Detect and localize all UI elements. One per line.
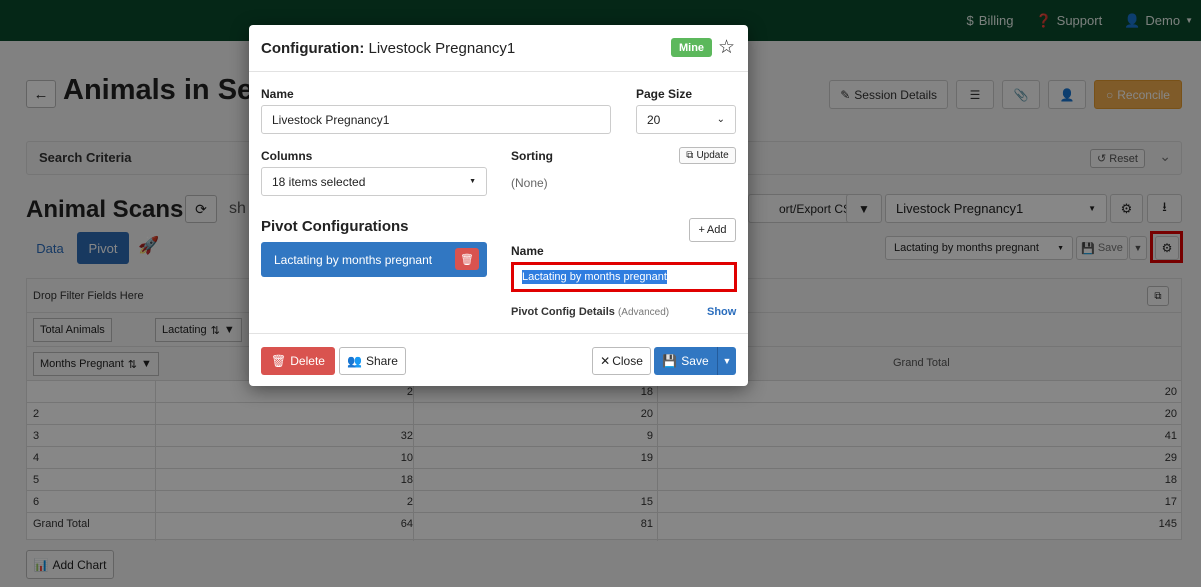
delete-label: Delete (290, 354, 325, 368)
modal-header: Configuration: Livestock Pregnancy1 Mine… (249, 25, 748, 72)
name-input[interactable]: Livestock Pregnancy1 (261, 105, 611, 134)
close-button[interactable]: ✕ Close (592, 347, 651, 375)
delete-button[interactable]: 🗑 Delete (261, 347, 335, 375)
delete-pivot-button[interactable]: 🗑 (455, 248, 479, 270)
save-icon: 💾 (662, 354, 678, 368)
save-label: Save (681, 354, 709, 368)
share-button[interactable]: 👥 Share (339, 347, 406, 375)
modal-title: Configuration: Livestock Pregnancy1 (261, 40, 515, 57)
update-label: Update (696, 150, 729, 161)
close-label: Close (612, 354, 643, 368)
configuration-modal: Configuration: Livestock Pregnancy1 Mine… (249, 25, 748, 386)
details-label: Pivot Config Details (511, 306, 615, 318)
modal-footer: 🗑 Delete 👥 Share ✕ Close 💾 Save ▼ (249, 333, 748, 386)
save-dropdown-button[interactable]: ▼ (717, 347, 736, 375)
advanced-label: (Advanced) (617, 307, 670, 318)
star-icon[interactable]: ☆ (718, 36, 735, 59)
columns-label: Columns (261, 149, 313, 163)
users-icon: 👥 (347, 354, 362, 368)
page-size-label: Page Size (636, 87, 693, 101)
trash-icon: 🗑 (271, 354, 287, 368)
pivot-config-details-label: Pivot Config Details (Advanced) (511, 306, 669, 318)
trash-icon: 🗑 (460, 253, 474, 266)
columns-value: 18 items selected (272, 174, 366, 189)
plus-icon: + (698, 224, 705, 236)
page-size-select[interactable]: 20 ⌄ (636, 105, 736, 134)
page-size-value: 20 (647, 112, 661, 127)
mine-badge: Mine (671, 38, 712, 57)
name-label: Name (261, 87, 294, 101)
save-button[interactable]: 💾 Save (654, 347, 717, 375)
add-pivot-button[interactable]: + Add (689, 218, 736, 242)
pivot-config-item[interactable]: Lactating by months pregnant 🗑 (261, 242, 487, 277)
caret-down-icon: ▼ (469, 178, 476, 185)
chevron-down-icon: ⌄ (716, 114, 725, 125)
pivot-name-label: Name (511, 244, 544, 258)
pivot-name-input[interactable]: Lactating by months pregnant (511, 262, 737, 292)
close-icon: ✕ (600, 354, 611, 368)
modal-title-prefix: Configuration: (261, 40, 365, 57)
pivot-configurations-title: Pivot Configurations (261, 218, 409, 235)
update-button[interactable]: ⧉ Update (679, 147, 736, 164)
add-label: Add (706, 224, 727, 236)
columns-select[interactable]: 18 items selected ▼ (261, 167, 487, 196)
copy-icon: ⧉ (686, 150, 694, 161)
caret-down-icon: ▼ (722, 356, 732, 366)
modal-title-name: Livestock Pregnancy1 (368, 40, 516, 57)
pivot-config-item-label: Lactating by months pregnant (274, 253, 433, 267)
name-input-value: Livestock Pregnancy1 (272, 112, 390, 127)
share-label: Share (365, 354, 398, 368)
pivot-name-input-value: Lactating by months pregnant (522, 270, 667, 284)
sorting-label: Sorting (511, 149, 553, 163)
show-link[interactable]: Show (707, 306, 736, 318)
sorting-value: (None) (511, 176, 548, 190)
